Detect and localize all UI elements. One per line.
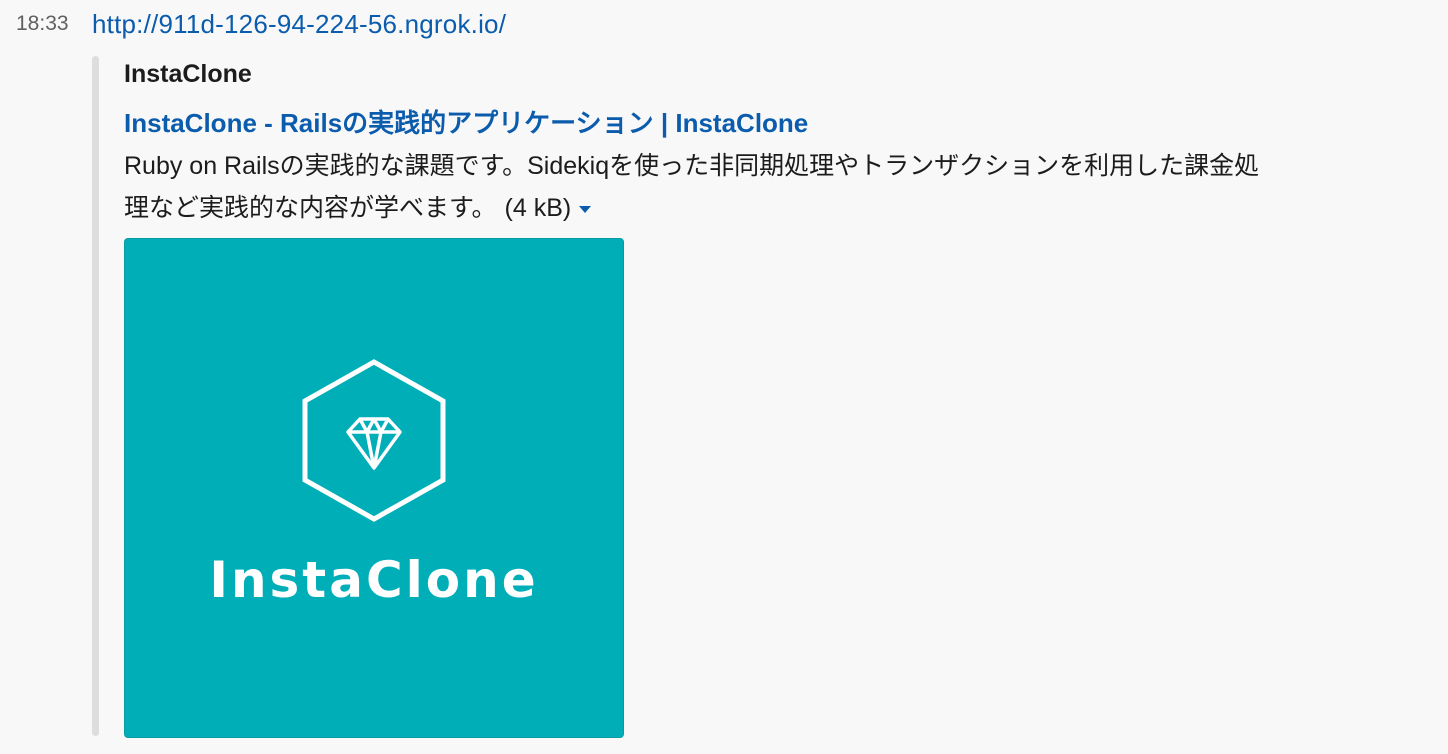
attachment-service-name: InstaClone (124, 60, 252, 88)
image-logo-text: InstaClone (209, 551, 539, 609)
message-link[interactable]: http://911d-126-94-224-56.ngrok.io/ (92, 9, 506, 40)
diamond-hexagon-icon (302, 359, 446, 522)
attachment-description: Ruby on Railsの実践的な課題です。Sidekiqを使った非同期処理や… (124, 145, 1264, 229)
message-row: 18:33 http://911d-126-94-224-56.ngrok.io… (0, 0, 1448, 754)
expand-caret-icon[interactable] (579, 205, 592, 213)
attachment-image[interactable]: InstaClone (124, 238, 624, 738)
attachment-border-bar (92, 56, 99, 736)
attachment-file-size: (4 kB) (504, 194, 572, 222)
message-timestamp[interactable]: 18:33 (16, 12, 69, 36)
attachment-description-text: Ruby on Railsの実践的な課題です。Sidekiqを使った非同期処理や… (124, 152, 1260, 222)
attachment-title-link[interactable]: InstaClone - Railsの実践的アプリケーション | InstaCl… (124, 103, 808, 140)
